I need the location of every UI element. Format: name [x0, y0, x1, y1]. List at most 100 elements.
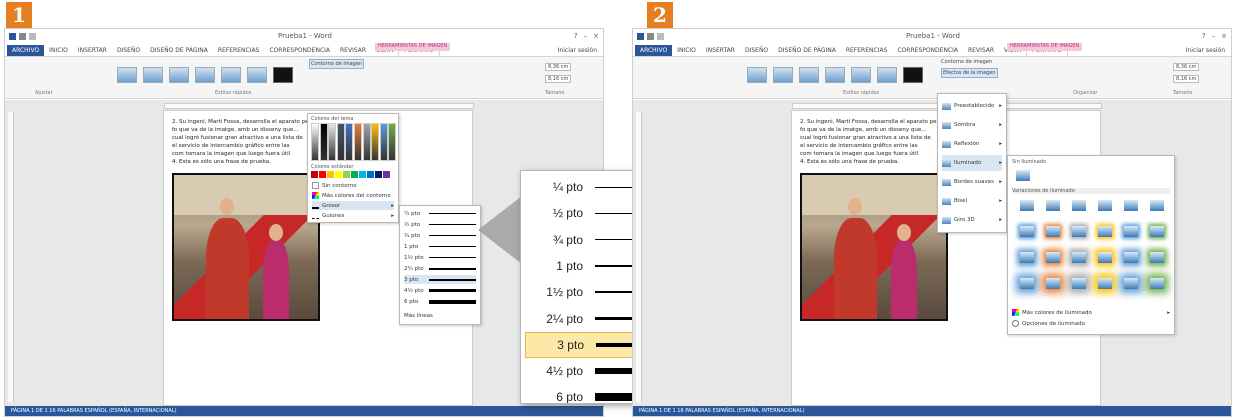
theme-color-column[interactable] — [336, 123, 345, 161]
glow-variation-cell[interactable] — [1150, 278, 1164, 289]
account-link[interactable]: Iniciar sesión — [552, 45, 603, 56]
tab-dise-o-de-p-gina[interactable]: DISEÑO DE PÁGINA — [145, 45, 213, 56]
undo-icon[interactable] — [19, 32, 26, 40]
undo-icon[interactable] — [647, 32, 654, 40]
weight-option[interactable]: ½ pto — [404, 220, 476, 229]
glow-variation-cell[interactable] — [1046, 226, 1060, 237]
border-button[interactable]: Contorno de imagen — [941, 59, 992, 65]
tab-correspondencia[interactable]: CORRESPONDENCIA — [892, 45, 963, 56]
standard-color-swatch[interactable] — [367, 171, 374, 178]
standard-color-swatch[interactable] — [335, 171, 342, 178]
standard-color-swatch[interactable] — [383, 171, 390, 178]
glow-options-item[interactable]: Opciones de iluminado — [1012, 319, 1170, 328]
minimize-icon[interactable]: – — [1212, 32, 1216, 40]
effects-button[interactable]: Efectos de la imagen — [941, 68, 998, 78]
theme-color-column[interactable] — [319, 123, 328, 161]
style-thumb[interactable] — [773, 67, 793, 83]
more-lines-item[interactable]: Más líneas — [404, 311, 476, 320]
glow-variation-cell[interactable] — [1098, 226, 1112, 237]
glow-variation-cell[interactable] — [1072, 252, 1086, 263]
effects-item[interactable]: Sombra ▸ — [942, 117, 1002, 133]
redo-icon[interactable] — [657, 32, 664, 40]
effects-item[interactable]: Iluminado ▸ — [942, 155, 1002, 171]
height-field[interactable]: 8,16 cm — [545, 75, 572, 83]
standard-color-swatch[interactable] — [327, 171, 334, 178]
minimize-icon[interactable]: – — [584, 32, 588, 40]
redo-icon[interactable] — [29, 32, 36, 40]
close-icon[interactable]: × — [593, 32, 599, 40]
glow-variation-cell[interactable] — [1124, 226, 1138, 237]
no-outline-item[interactable]: Sin contorno — [312, 181, 394, 190]
weight-option[interactable]: ¼ pto — [404, 209, 476, 218]
glow-variation-cell[interactable] — [1020, 200, 1034, 211]
weight-option[interactable]: ¾ pto — [404, 231, 476, 240]
tab-referencias[interactable]: REFERENCIAS — [841, 45, 893, 56]
theme-color-grid[interactable] — [311, 123, 397, 161]
theme-color-column[interactable] — [371, 123, 380, 161]
weight-option[interactable]: 2¼ pto — [404, 264, 476, 273]
width-field[interactable]: 8,36 cm — [545, 63, 572, 71]
weight-option[interactable]: 4½ pto — [404, 286, 476, 295]
standard-color-swatch[interactable] — [311, 171, 318, 178]
tab-correspondencia[interactable]: CORRESPONDENCIA — [264, 45, 335, 56]
tab-inicio[interactable]: INICIO — [672, 45, 701, 56]
tab-referencias[interactable]: REFERENCIAS — [213, 45, 265, 56]
glow-variation-cell[interactable] — [1020, 226, 1034, 237]
help-icon[interactable]: ? — [574, 32, 578, 40]
style-thumb[interactable] — [195, 67, 215, 83]
close-icon[interactable]: × — [1221, 32, 1227, 40]
theme-color-column[interactable] — [345, 123, 354, 161]
effects-item[interactable]: Bisel ▸ — [942, 193, 1002, 209]
account-link[interactable]: Iniciar sesión — [1180, 45, 1231, 56]
theme-color-column[interactable] — [311, 123, 319, 161]
border-button[interactable]: Contorno de imagen — [309, 59, 365, 69]
tab-archivo[interactable]: ARCHIVO — [635, 45, 673, 56]
width-field[interactable]: 8,36 cm — [1173, 63, 1200, 71]
more-glow-colors-item[interactable]: Más colores de iluminado ▸ — [1012, 308, 1170, 317]
glow-variation-cell[interactable] — [1020, 252, 1034, 263]
tab-archivo[interactable]: ARCHIVO — [7, 45, 45, 56]
glow-variation-cell[interactable] — [1150, 200, 1164, 211]
glow-variation-cell[interactable] — [1124, 278, 1138, 289]
document-photo[interactable] — [800, 173, 948, 321]
tab-inicio[interactable]: INICIO — [44, 45, 73, 56]
theme-color-column[interactable] — [379, 123, 388, 161]
glow-variation-cell[interactable] — [1072, 278, 1086, 289]
effects-item[interactable]: Reflexión ▸ — [942, 136, 1002, 152]
theme-color-column[interactable] — [328, 123, 337, 161]
weight-option[interactable]: 1 pto — [404, 242, 476, 251]
standard-color-swatch[interactable] — [375, 171, 382, 178]
tab-dise-o[interactable]: DISEÑO — [112, 45, 145, 56]
tab-revisar[interactable]: REVISAR — [335, 45, 371, 56]
standard-color-swatch[interactable] — [351, 171, 358, 178]
dashes-item[interactable]: Guiones ▸ — [312, 211, 394, 220]
glow-variation-cell[interactable] — [1072, 226, 1086, 237]
style-thumb[interactable] — [143, 67, 163, 83]
style-thumb[interactable] — [169, 67, 189, 83]
standard-color-row[interactable] — [311, 171, 390, 178]
glow-variation-cell[interactable] — [1150, 252, 1164, 263]
style-thumb-selected[interactable] — [903, 67, 923, 83]
weight-option[interactable]: 3 pto — [404, 275, 476, 284]
save-icon[interactable] — [9, 32, 16, 40]
style-thumb[interactable] — [877, 67, 897, 83]
glow-variation-cell[interactable] — [1098, 278, 1112, 289]
style-thumb-selected[interactable] — [273, 67, 293, 83]
glow-variation-cell[interactable] — [1124, 200, 1138, 211]
weight-option[interactable]: 1½ pto — [404, 253, 476, 262]
tab-revisar[interactable]: REVISAR — [963, 45, 999, 56]
glow-none-cell[interactable] — [1016, 170, 1030, 181]
tab-insertar[interactable]: INSERTAR — [701, 45, 740, 56]
weight-item[interactable]: Grosor ▸ — [312, 201, 394, 210]
theme-color-column[interactable] — [362, 123, 371, 161]
tab-insertar[interactable]: INSERTAR — [73, 45, 112, 56]
effects-item[interactable]: Preestablecido ▸ — [942, 98, 1002, 114]
tab-dise-o[interactable]: DISEÑO — [740, 45, 773, 56]
standard-color-swatch[interactable] — [319, 171, 326, 178]
glow-variation-cell[interactable] — [1020, 278, 1034, 289]
style-thumb[interactable] — [247, 67, 267, 83]
save-icon[interactable] — [637, 32, 644, 40]
weight-option[interactable]: 6 pto — [404, 297, 476, 306]
height-field[interactable]: 8,16 cm — [1173, 75, 1200, 83]
glow-variation-cell[interactable] — [1098, 200, 1112, 211]
